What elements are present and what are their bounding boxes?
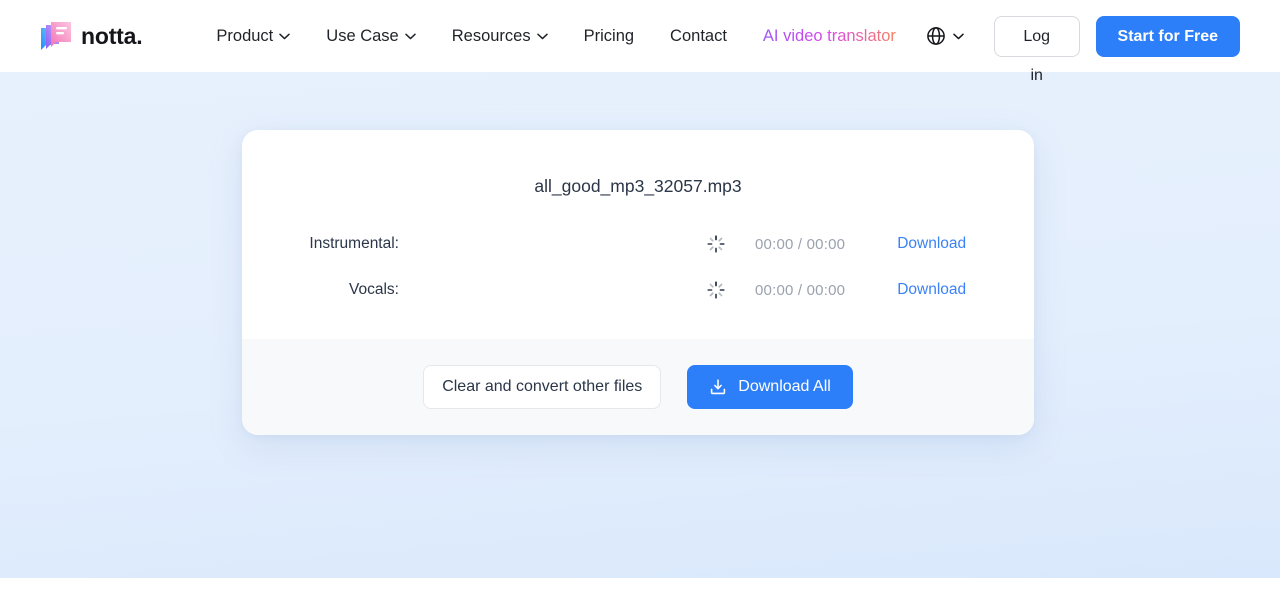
track-row: Vocals: 00:00 xyxy=(242,281,1034,299)
file-name: all_good_mp3_32057.mp3 xyxy=(242,176,1034,197)
download-link[interactable]: Download xyxy=(897,235,966,253)
conversion-result-card: all_good_mp3_32057.mp3 Instrumental: xyxy=(242,130,1034,435)
loading-spinner-icon xyxy=(707,281,725,299)
download-link[interactable]: Download xyxy=(897,281,966,299)
hero-section: all_good_mp3_32057.mp3 Instrumental: xyxy=(0,72,1280,578)
track-label-vocals: Vocals: xyxy=(242,281,399,299)
download-all-label: Download All xyxy=(738,378,831,396)
main-nav: Product Use Case Resources Pricing Conta… xyxy=(198,19,914,54)
nav-label: Contact xyxy=(670,27,727,46)
nav-label: Resources xyxy=(452,27,531,46)
card-body: all_good_mp3_32057.mp3 Instrumental: xyxy=(242,130,1034,339)
logo[interactable]: notta. xyxy=(40,21,142,51)
nav-item-product[interactable]: Product xyxy=(198,19,308,54)
nav-item-resources[interactable]: Resources xyxy=(434,19,566,54)
track-controls: 00:00 / 00:00 Download xyxy=(707,235,966,253)
track-time: 00:00 / 00:00 xyxy=(755,282,845,299)
chevron-down-icon xyxy=(953,33,964,40)
logo-text: notta. xyxy=(81,23,142,50)
download-all-button[interactable]: Download All xyxy=(687,365,853,409)
download-icon xyxy=(709,378,727,396)
nav-item-contact[interactable]: Contact xyxy=(652,19,745,54)
clear-and-convert-button[interactable]: Clear and convert other files xyxy=(423,365,661,409)
nav-item-pricing[interactable]: Pricing xyxy=(566,19,652,54)
card-footer: Clear and convert other files Download A… xyxy=(242,339,1034,435)
chevron-down-icon xyxy=(405,33,416,40)
login-button[interactable]: Log in xyxy=(994,16,1080,57)
globe-icon xyxy=(926,26,946,46)
language-selector[interactable] xyxy=(914,18,976,54)
start-for-free-button[interactable]: Start for Free xyxy=(1096,16,1240,57)
nav-label: Use Case xyxy=(326,27,398,46)
notta-logo-icon xyxy=(40,21,72,51)
header-actions: Log in Start for Free xyxy=(914,16,1240,57)
chevron-down-icon xyxy=(537,33,548,40)
nav-item-ai-video-translator[interactable]: AI video translator xyxy=(745,19,914,54)
track-time: 00:00 / 00:00 xyxy=(755,236,845,253)
loading-spinner-icon xyxy=(707,235,725,253)
nav-label: Product xyxy=(216,27,273,46)
track-row: Instrumental: xyxy=(242,235,1034,253)
page-bottom-area xyxy=(0,578,1280,611)
track-controls: 00:00 / 00:00 Download xyxy=(707,281,966,299)
nav-label: Pricing xyxy=(584,27,634,46)
track-label-instrumental: Instrumental: xyxy=(242,235,399,253)
chevron-down-icon xyxy=(279,33,290,40)
site-header: notta. Product Use Case Resources Pricin… xyxy=(0,0,1280,72)
nav-item-use-case[interactable]: Use Case xyxy=(308,19,433,54)
